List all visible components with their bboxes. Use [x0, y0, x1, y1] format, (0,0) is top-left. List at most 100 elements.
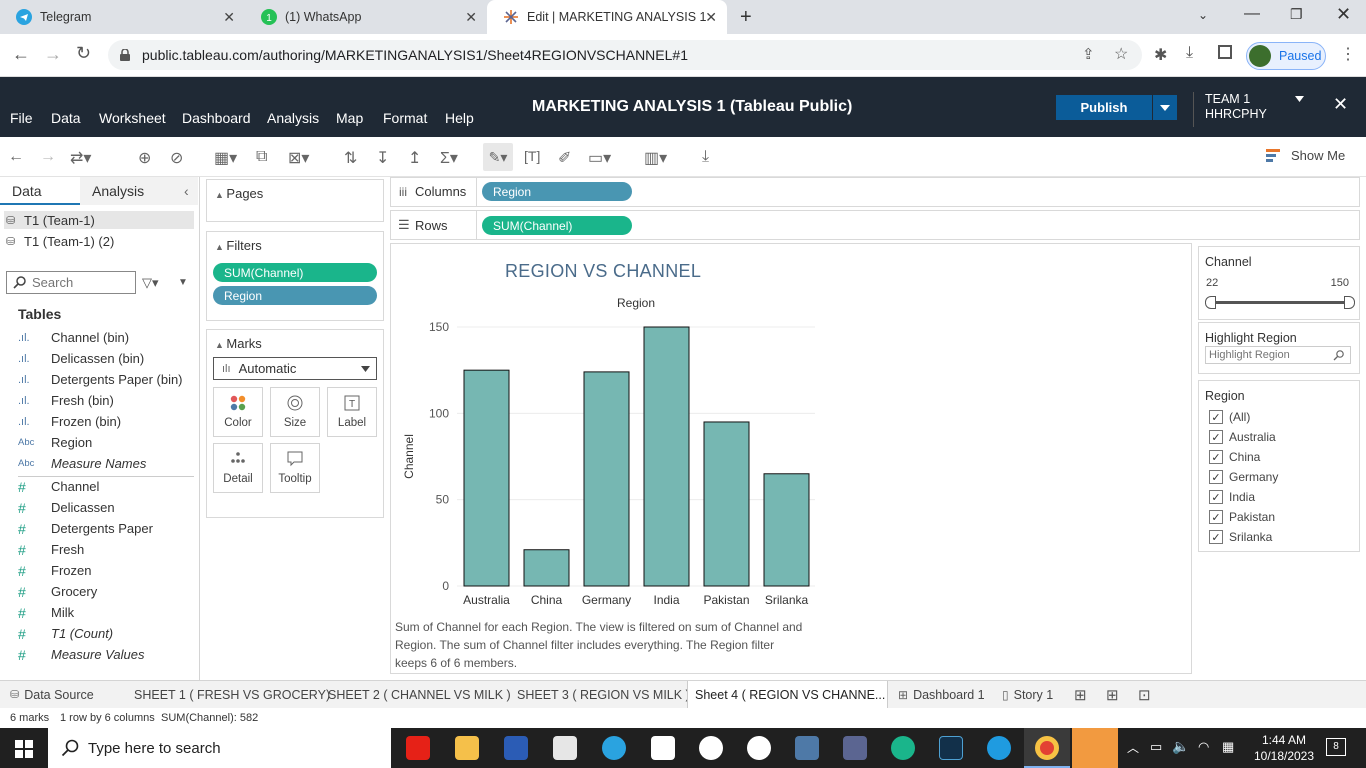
app-icon[interactable] — [939, 736, 963, 760]
menu-analysis[interactable]: Analysis — [267, 110, 319, 126]
tab-data[interactable]: Data — [0, 177, 80, 205]
forward-icon[interactable]: → — [44, 44, 62, 65]
measure-field[interactable]: # Measure Values — [18, 644, 144, 665]
close-editor-icon[interactable]: ✕ — [1333, 94, 1348, 115]
menu-map[interactable]: Map — [336, 110, 363, 126]
measure-field[interactable]: # Delicassen — [18, 497, 115, 518]
range-slider-track[interactable] — [1211, 301, 1349, 304]
swap-icon[interactable]: ⇅ — [344, 148, 357, 168]
measure-field[interactable]: # Milk — [18, 602, 74, 623]
tab-sheet-1[interactable]: SHEET 1 ( FRESH VS GROCERY) — [134, 681, 330, 708]
fit-icon[interactable]: ▭▾ — [588, 148, 611, 168]
new-data-source-icon[interactable]: ⊕ — [138, 148, 151, 168]
publish-button[interactable]: Publish — [1056, 95, 1152, 120]
download-sheet-icon[interactable]: ⤓ — [702, 148, 709, 166]
pause-updates-icon[interactable]: ⊘ — [170, 148, 183, 168]
github-icon[interactable] — [747, 736, 771, 760]
region-checkbox[interactable]: ✓ Srilanka — [1209, 527, 1272, 547]
extensions-icon[interactable]: ✱ — [1154, 45, 1167, 65]
menu-dashboard[interactable]: Dashboard — [182, 110, 251, 126]
side-panel-icon[interactable] — [1218, 45, 1232, 59]
menu-format[interactable]: Format — [383, 110, 427, 126]
redo-icon[interactable]: → — [40, 148, 56, 166]
measure-field[interactable]: # Frozen — [18, 560, 91, 581]
mark-type-dropdown[interactable]: ılı Automatic — [213, 357, 377, 380]
tab-story-1[interactable]: ▯ Story 1 — [1002, 681, 1053, 708]
restore-icon[interactable]: ❐ — [1290, 6, 1303, 23]
app-icon[interactable] — [651, 736, 675, 760]
region-checkbox[interactable]: ✓ Australia — [1209, 427, 1276, 447]
measure-field[interactable]: # Grocery — [18, 581, 97, 602]
size-button[interactable]: Size — [270, 387, 320, 437]
wifi-icon[interactable]: ◠ — [1198, 739, 1209, 755]
filter-icon[interactable]: ▽▾ — [142, 275, 159, 291]
app-icon[interactable] — [891, 736, 915, 760]
data-source-item[interactable]: ⛁ T1 (Team-1) (2) — [4, 232, 194, 250]
menu-file[interactable]: File — [10, 110, 33, 126]
back-icon[interactable]: ← — [12, 44, 30, 65]
dimension-field[interactable]: Abc Region — [18, 432, 92, 453]
url-field[interactable]: public.tableau.com/authoring/MARKETINGAN… — [108, 40, 1142, 70]
region-checkbox[interactable]: ✓ India — [1209, 487, 1255, 507]
word-icon[interactable] — [504, 736, 528, 760]
filter-pill-sum-channel[interactable]: SUM(Channel) — [213, 263, 377, 282]
close-icon[interactable]: ✕ — [705, 9, 717, 26]
new-story-tab-icon[interactable]: ⊡ — [1138, 681, 1151, 708]
checkbox-checked-icon[interactable]: ✓ — [1209, 470, 1223, 484]
telegram-taskbar-icon[interactable] — [602, 736, 626, 760]
measure-field[interactable]: # Channel — [18, 476, 99, 497]
volume-icon[interactable]: 🔈 — [1172, 738, 1189, 755]
rows-shelf[interactable]: ☰ Rows SUM(Channel) — [390, 210, 1360, 240]
dimension-field[interactable]: Abc Measure Names — [18, 453, 146, 474]
new-dashboard-tab-icon[interactable]: ⊞ — [1106, 681, 1119, 708]
browser-tab-whatsapp[interactable]: 1 (1) WhatsApp ✕ — [245, 0, 487, 34]
search-input[interactable] — [32, 275, 128, 290]
clock[interactable]: 1:44 AM 10/18/2023 — [1250, 732, 1318, 764]
browser-tab-tableau[interactable]: Edit | MARKETING ANALYSIS 1 ✕ — [487, 0, 727, 34]
checkbox-checked-icon[interactable]: ✓ — [1209, 430, 1223, 444]
tab-data-source[interactable]: ⛁ Data Source — [10, 681, 94, 708]
menu-worksheet[interactable]: Worksheet — [99, 110, 166, 126]
rows-pill-sum-channel[interactable]: SUM(Channel) — [482, 216, 632, 235]
highlight-icon[interactable]: ✎▾ — [483, 143, 513, 171]
tableau-taskbar-icon[interactable] — [843, 736, 867, 760]
show-cards-icon[interactable]: ▥▾ — [644, 148, 667, 168]
new-worksheet-icon[interactable]: ▦▾ — [214, 148, 237, 168]
range-slider-max-handle[interactable] — [1344, 296, 1355, 309]
close-icon[interactable]: ✕ — [465, 9, 477, 26]
battery-icon[interactable]: ▭ — [1150, 739, 1162, 755]
collapse-icon[interactable]: ‹ — [184, 183, 189, 199]
measure-field[interactable]: # Detergents Paper — [18, 518, 153, 539]
tab-search-icon[interactable]: ⌄ — [1198, 8, 1208, 22]
windows-start-icon[interactable] — [15, 740, 33, 758]
tab-sheet-2[interactable]: SHEET 2 ( CHANNEL VS MILK ) — [328, 681, 511, 708]
data-source-item[interactable]: ⛁ T1 (Team-1) — [4, 211, 194, 229]
youtube-icon[interactable] — [406, 736, 430, 760]
bookmark-star-icon[interactable]: ☆ — [1114, 44, 1128, 64]
dimension-field[interactable]: .ıl. Frozen (bin) — [18, 411, 121, 432]
dimension-field[interactable]: .ıl. Fresh (bin) — [18, 390, 114, 411]
dimension-field[interactable]: .ıl. Delicassen (bin) — [18, 348, 144, 369]
tableau-taskbar-icon[interactable] — [795, 736, 819, 760]
sort-descending-icon[interactable]: ↥ — [408, 148, 421, 168]
window-close-icon[interactable]: ✕ — [1336, 4, 1351, 25]
chevron-down-icon[interactable]: ▼ — [178, 277, 188, 288]
columns-shelf[interactable]: iii Columns Region — [390, 177, 1360, 207]
menu-help[interactable]: Help — [445, 110, 474, 126]
detail-button[interactable]: Detail — [213, 443, 263, 493]
checkbox-checked-icon[interactable]: ✓ — [1209, 530, 1223, 544]
caret-down-icon[interactable] — [1295, 96, 1304, 102]
region-checkbox[interactable]: ✓ China — [1209, 447, 1260, 467]
duplicate-sheet-icon[interactable]: ⧉ — [256, 148, 267, 166]
measure-field[interactable]: # T1 (Count) — [18, 623, 113, 644]
labels-icon[interactable]: [T] — [524, 148, 540, 164]
file-explorer-icon[interactable] — [455, 736, 479, 760]
replace-data-icon[interactable]: ⇄▾ — [70, 148, 91, 168]
keyboard-icon[interactable]: ▦ — [1222, 739, 1234, 755]
checkbox-checked-icon[interactable]: ✓ — [1209, 510, 1223, 524]
chrome-taskbar-active[interactable] — [1024, 728, 1070, 768]
notifications-icon[interactable]: 8 — [1326, 738, 1346, 756]
show-me-button[interactable]: Show Me — [1266, 148, 1345, 163]
new-tab-icon[interactable]: + — [740, 6, 752, 29]
mail-icon[interactable] — [553, 736, 577, 760]
